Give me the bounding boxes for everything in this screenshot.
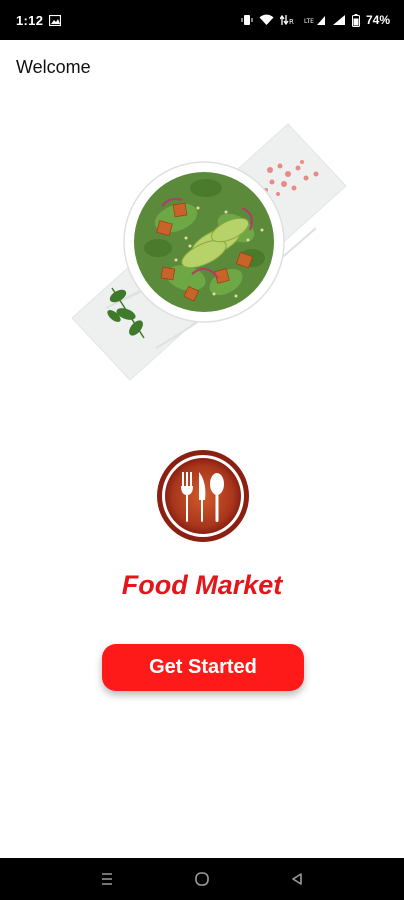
svg-text:LTE: LTE (304, 18, 314, 25)
home-icon[interactable] (182, 864, 222, 894)
brand-name: Food Market (121, 570, 283, 600)
gallery-notification-icon (49, 14, 62, 26)
wifi-icon (259, 14, 274, 26)
get-started-button[interactable]: Get Started (102, 644, 304, 691)
system-nav-bar (0, 858, 404, 900)
battery-percent: 74% (365, 13, 390, 27)
vibrate-icon (241, 14, 253, 26)
status-left: 1:12 (16, 12, 62, 28)
salad-bowl-image (66, 118, 348, 388)
status-bar: 1:12 R LTE 74% (0, 0, 404, 40)
fork-knife-spoon-icon (155, 448, 251, 544)
back-icon[interactable] (277, 864, 317, 894)
battery-icon (351, 13, 360, 27)
signal-icon: LTE (304, 14, 326, 26)
page-title: Welcome (16, 57, 91, 77)
recents-icon[interactable] (87, 864, 127, 894)
svg-text:R: R (289, 18, 294, 26)
status-right: R LTE 74% (241, 13, 390, 27)
status-time: 1:12 (16, 12, 44, 28)
volte-icon: R (279, 14, 298, 26)
signal-icon-2 (332, 14, 346, 26)
